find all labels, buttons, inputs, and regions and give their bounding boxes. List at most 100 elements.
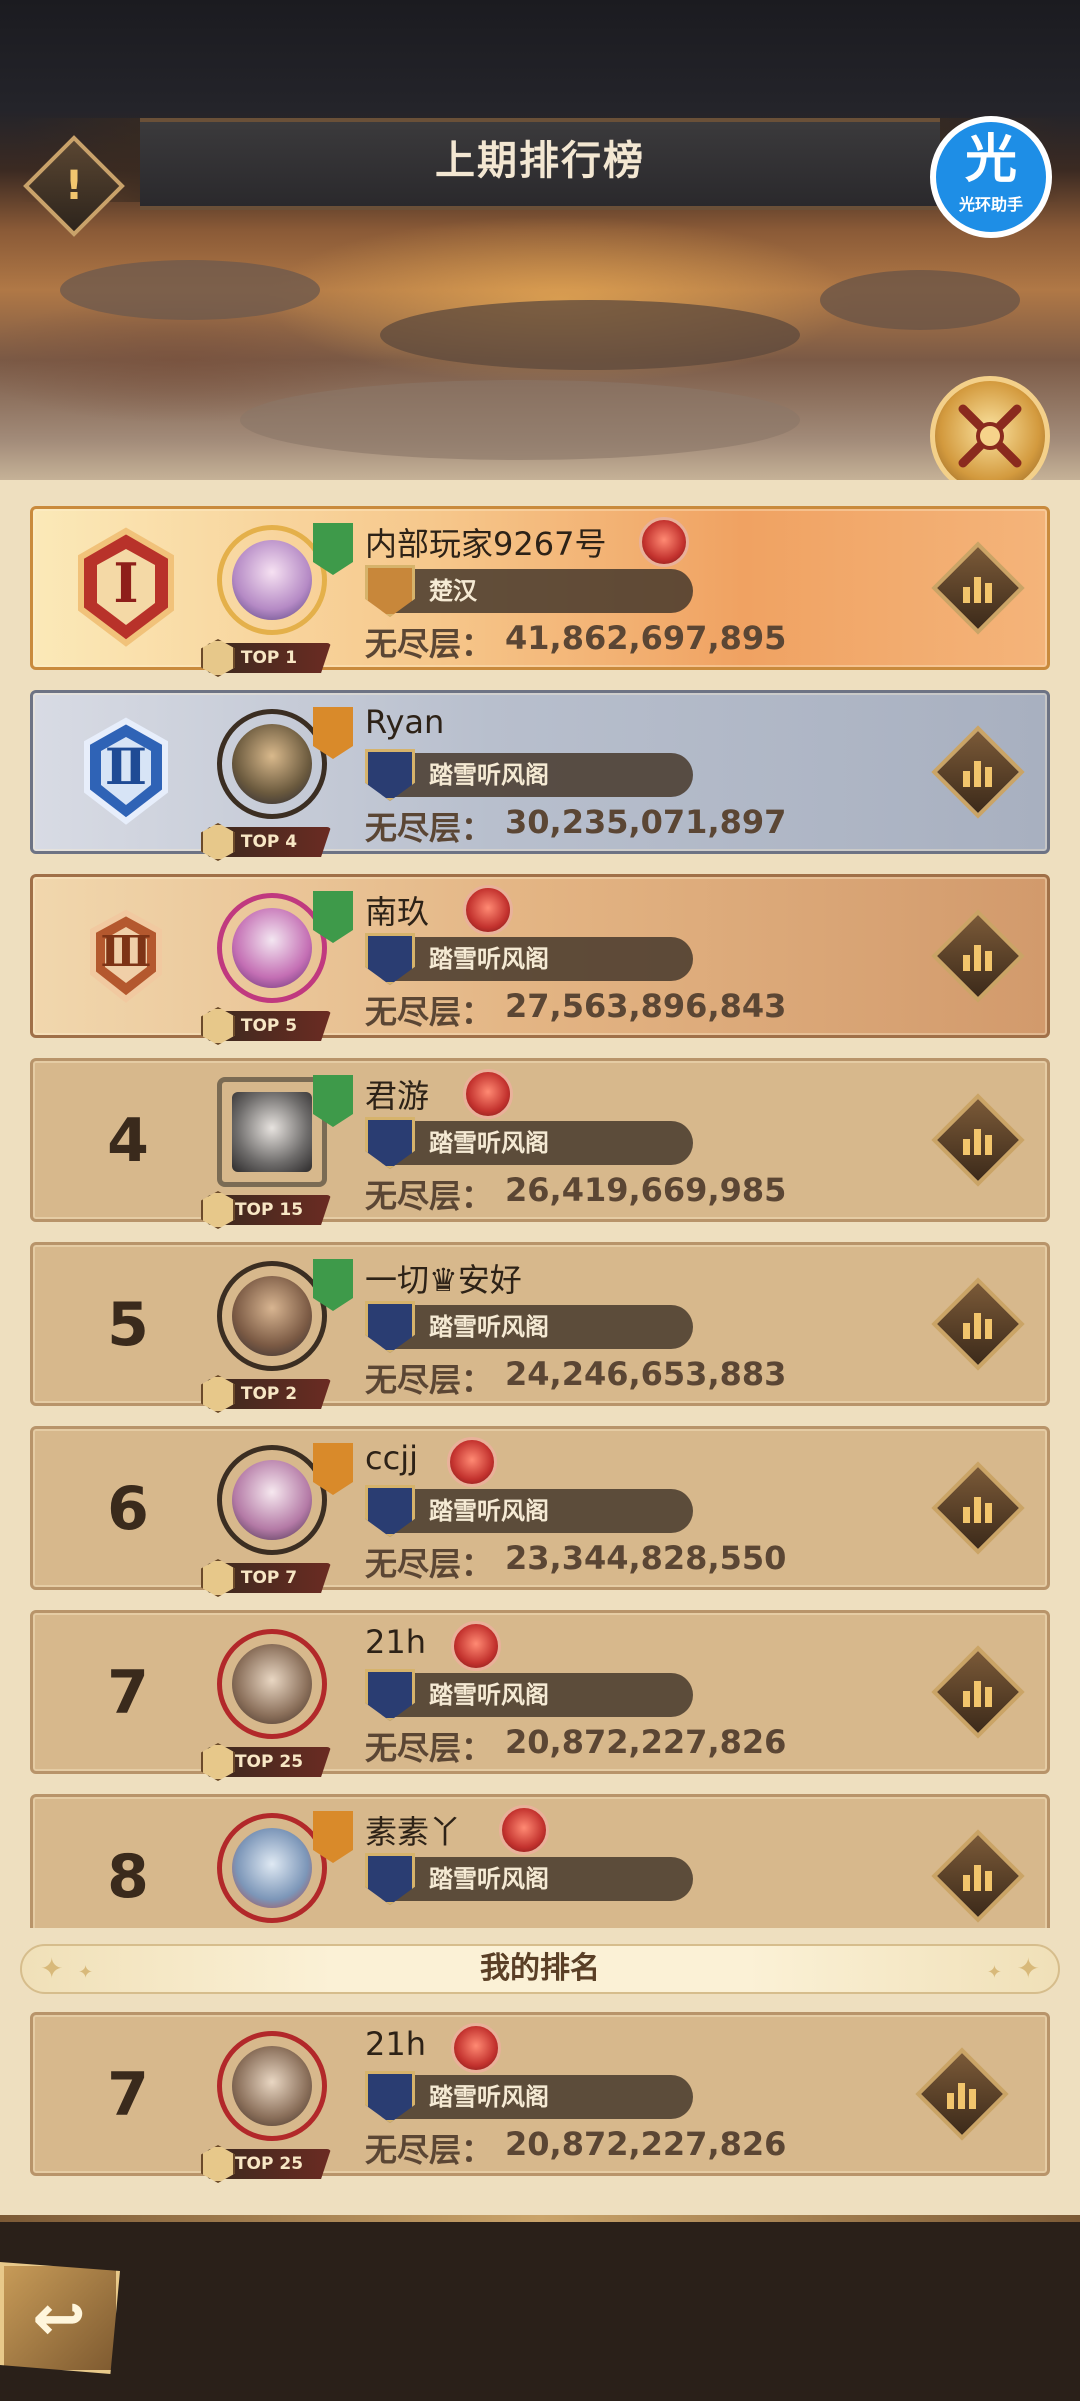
banner-rock <box>380 300 800 370</box>
rank-number: 7 <box>107 1658 149 1728</box>
guild-pill: 楚汉 <box>365 565 693 617</box>
player-avatar[interactable]: TOP 25 <box>201 2031 333 2183</box>
player-avatar[interactable]: TOP 1 <box>201 523 353 677</box>
guild-crest-icon <box>365 933 415 985</box>
guild-pill: 踏雪听风阁 <box>365 1669 693 1721</box>
player-name: 21h <box>365 2025 426 2063</box>
my-rank-row[interactable]: 7 TOP 25 21h 踏雪听风阁 无尽层： 20,872,227,826 <box>30 2012 1050 2183</box>
score-label: 无尽层： <box>365 809 494 847</box>
sparkle-icon: ✦ <box>40 1952 64 1985</box>
title-badge-icon <box>463 885 513 935</box>
player-name: ccjj <box>365 1439 418 1477</box>
avatar-frame <box>217 1261 327 1371</box>
player-avatar[interactable]: TOP 7 <box>201 1443 353 1597</box>
detail-button[interactable] <box>915 2047 1009 2141</box>
banner-rock <box>240 380 800 460</box>
leaderboard-row-8[interactable]: 8 素素丫 踏雪听风阁 <box>30 1794 1050 1928</box>
score-value: 41,862,697,895 <box>505 619 787 657</box>
guild-pill: 踏雪听风阁 <box>365 2071 693 2123</box>
guild-name: 踏雪听风阁 <box>429 761 549 789</box>
my-rank-divider: ✦ ✦ 我的排名 ✦ ✦ <box>20 1944 1060 1994</box>
guild-crest-icon <box>365 1117 415 1169</box>
detail-button[interactable] <box>931 541 1025 635</box>
player-name: 南玖 <box>365 893 430 931</box>
sparkle-icon: ✦ <box>1016 1952 1040 1985</box>
title-badge-icon <box>451 1621 501 1671</box>
detail-button[interactable] <box>931 1645 1025 1739</box>
leaderboard-row-3[interactable]: Ⅲ TOP 5 南玖 踏雪听风阁 无尽层： 27,563,896,843 <box>30 874 1050 1045</box>
leaderboard-list[interactable]: Ⅰ TOP 1 内部玩家9267号 楚汉 无尽层： 41,862,697,895 <box>0 500 1080 1928</box>
detail-button[interactable] <box>931 909 1025 1003</box>
rank-number: 6 <box>107 1474 149 1544</box>
bar-chart-icon <box>947 2083 976 2109</box>
banner-rock <box>820 270 1020 330</box>
player-avatar[interactable]: TOP 25 <box>201 1629 333 1781</box>
score-value: 20,872,227,826 <box>505 2125 787 2163</box>
guild-name: 踏雪听风阁 <box>429 1129 549 1157</box>
guild-crest-icon <box>365 565 415 617</box>
rank-emblem-silver: Ⅱ <box>61 707 191 841</box>
detail-button[interactable] <box>931 1277 1025 1371</box>
guild-pill: 踏雪听风阁 <box>365 749 693 801</box>
rank-number: 5 <box>107 1290 149 1360</box>
rank-emblem-numeral: Ⅲ <box>100 927 152 976</box>
detail-button[interactable] <box>931 725 1025 819</box>
leaderboard-row-7[interactable]: 7 TOP 25 21h 踏雪听风阁 无尽层： 20,872,227,826 <box>30 1610 1050 1781</box>
avatar-frame <box>217 2031 327 2141</box>
leaderboard-row-1[interactable]: Ⅰ TOP 1 内部玩家9267号 楚汉 无尽层： 41,862,697,895 <box>30 506 1050 677</box>
score-label: 无尽层： <box>365 1177 494 1215</box>
rank-number: 8 <box>107 1842 149 1912</box>
back-button[interactable]: ↩ <box>0 2262 120 2374</box>
bar-chart-icon <box>963 1681 992 1707</box>
player-name: 素素丫 <box>365 1813 462 1851</box>
footer-bar <box>0 2222 1080 2401</box>
banner-rock <box>60 260 320 320</box>
rank-emblem-numeral: Ⅰ <box>113 551 139 615</box>
avatar-frame <box>217 893 327 1003</box>
score-value: 20,872,227,826 <box>505 1723 787 1761</box>
leaderboard-row-5[interactable]: 5 TOP 2 一切♛安好 踏雪听风阁 无尽层： 24,246,653,883 <box>30 1242 1050 1413</box>
player-avatar[interactable]: TOP 4 <box>201 707 353 861</box>
player-avatar[interactable]: TOP 15 <box>201 1075 353 1229</box>
sparkle-icon: ✦ <box>78 1962 94 1983</box>
title-badge-icon <box>451 2023 501 2073</box>
crossed-swords-icon <box>958 404 1022 468</box>
back-arrow-icon: ↩ <box>32 2282 86 2356</box>
player-name: 君游 <box>365 1077 430 1115</box>
score-value: 24,246,653,883 <box>505 1355 787 1393</box>
player-avatar[interactable]: TOP 2 <box>201 1259 353 1413</box>
player-name: 一切♛安好 <box>365 1261 522 1299</box>
helper-badge[interactable]: 光 光环助手 <box>930 116 1052 238</box>
season-rewards-button[interactable] <box>930 376 1050 496</box>
guild-name: 踏雪听风阁 <box>429 1497 549 1525</box>
guild-name: 踏雪听风阁 <box>429 2083 549 2111</box>
guild-crest-icon <box>365 1669 415 1721</box>
bar-chart-icon <box>963 577 992 603</box>
detail-button[interactable] <box>931 1093 1025 1187</box>
page-title: 上期排行榜 <box>435 138 645 184</box>
avatar-frame <box>217 1077 327 1187</box>
guild-name: 踏雪听风阁 <box>429 945 549 973</box>
avatar-frame <box>217 1445 327 1555</box>
rank-emblem-gold: Ⅰ <box>61 523 191 657</box>
detail-button[interactable] <box>931 1829 1025 1923</box>
sparkle-icon: ✦ <box>986 1962 1002 1983</box>
player-name: Ryan <box>365 703 445 741</box>
avatar-frame <box>217 709 327 819</box>
avatar-frame <box>217 1629 327 1739</box>
leaderboard-row-2[interactable]: Ⅱ TOP 4 Ryan 踏雪听风阁 无尽层： 30,235,071,897 <box>30 690 1050 861</box>
guild-pill: 踏雪听风阁 <box>365 933 693 985</box>
player-avatar[interactable]: TOP 5 <box>201 891 353 1045</box>
guild-crest-icon <box>365 1853 415 1905</box>
helper-label: 光环助手 <box>958 195 1023 214</box>
leaderboard-row-4[interactable]: 4 TOP 15 君游 踏雪听风阁 无尽层： 26,419,669,985 <box>30 1058 1050 1229</box>
rank-emblem-bronze: Ⅲ <box>61 891 191 1025</box>
guild-name: 踏雪听风阁 <box>429 1865 549 1893</box>
exclamation-icon: ! <box>64 163 84 209</box>
player-avatar[interactable] <box>213 1811 353 1928</box>
leaderboard-row-6[interactable]: 6 TOP 7 ccjj 踏雪听风阁 无尽层： 23,344,828,550 <box>30 1426 1050 1597</box>
detail-button[interactable] <box>931 1461 1025 1555</box>
guild-crest-icon <box>365 1301 415 1353</box>
score-value: 30,235,071,897 <box>505 803 787 841</box>
title-badge-icon <box>447 1437 497 1487</box>
